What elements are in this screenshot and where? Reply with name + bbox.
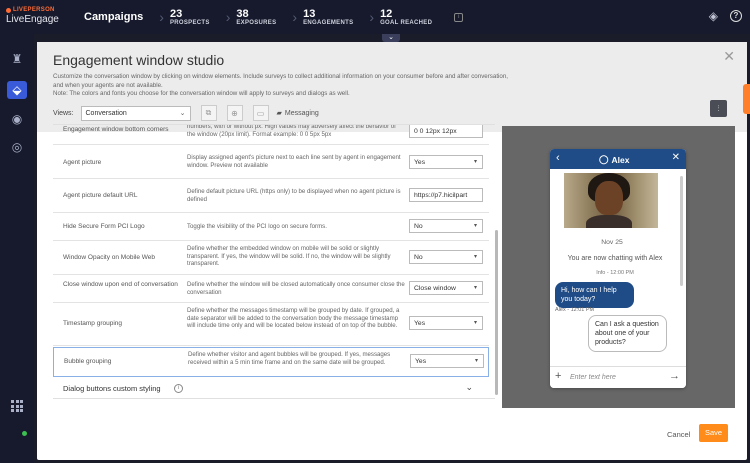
side-panel-tab[interactable]	[743, 84, 750, 114]
setting-row[interactable]: Timestamp grouping Define whether the me…	[53, 303, 489, 346]
chevron-down-icon[interactable]: ⌄	[465, 382, 473, 393]
chevron-right-icon: ›	[225, 9, 231, 25]
chevron-down-icon: ▾	[473, 159, 477, 165]
close-icon[interactable]: ✕	[723, 48, 735, 65]
chevron-down-icon: ▾	[474, 358, 478, 364]
setting-select[interactable]: No ▾	[409, 250, 483, 264]
campaigns-nav-icon[interactable]: ♜	[10, 52, 24, 66]
modal-title: Engagement window studio	[53, 52, 225, 68]
setting-row-selected[interactable]: Bubble grouping Define whether visitor a…	[53, 347, 489, 377]
chevron-down-icon: ▾	[473, 254, 477, 260]
chat-header[interactable]: ‹ ◯ Alex ✕	[550, 149, 686, 169]
info-icon[interactable]: i	[174, 384, 183, 393]
user-nav-icon[interactable]: ◉	[10, 112, 24, 126]
engagement-window-studio-modal: Engagement window studio ✕ Customize the…	[37, 42, 747, 460]
chevron-down-icon: ⌄	[179, 109, 186, 117]
cancel-button[interactable]: Cancel	[667, 430, 690, 439]
help-icon[interactable]: ?	[730, 10, 742, 22]
views-label: Views:	[53, 109, 74, 117]
setting-input[interactable]: 0 0 12px 12px	[409, 125, 483, 138]
stat-prospects[interactable]: 23 PROSPECTS	[170, 8, 210, 26]
chevron-down-icon: ▾	[473, 320, 477, 326]
dialog-buttons-section[interactable]: Dialog buttons custom styling i ⌄	[53, 379, 495, 399]
online-status-indicator	[22, 431, 27, 436]
chevron-down-icon: ▾	[473, 223, 477, 229]
views-select[interactable]: Conversation ⌄	[80, 105, 191, 121]
info-icon[interactable]: i	[454, 12, 464, 22]
tag-nav-icon[interactable]: ⬙	[7, 81, 27, 99]
setting-select[interactable]: Yes ▾	[409, 155, 483, 169]
settings-sliders-icon[interactable]: ⫶	[710, 100, 727, 117]
stat-goal-reached[interactable]: 12 GOAL REACHED	[380, 8, 432, 26]
settings-table: Engagement window bottom corners numbers…	[53, 124, 495, 406]
setting-select[interactable]: Yes ▾	[410, 354, 484, 368]
setting-row[interactable]: Agent picture default URL Define default…	[53, 179, 489, 213]
stat-engagements[interactable]: 13 ENGAGEMENTS	[303, 8, 353, 26]
setting-row[interactable]: Agent picture Display assigned agent's p…	[53, 146, 489, 179]
plus-icon[interactable]: +	[555, 370, 561, 382]
chevron-down-icon: ▾	[473, 285, 477, 291]
visitor-bubble[interactable]: Can I ask a question about one of your p…	[588, 315, 667, 352]
add-icon[interactable]: ⊕	[226, 105, 243, 121]
system-timestamp: Info - 12:00 PM	[596, 270, 634, 276]
setting-row[interactable]: Hide Secure Form PCI Logo Toggle the vis…	[53, 213, 489, 241]
close-icon[interactable]: ✕	[672, 152, 680, 163]
modal-description: Customize the conversation window by cli…	[53, 73, 509, 97]
chat-window-preview[interactable]: ‹ ◯ Alex ✕ Nov 25 You are now chatting wi…	[550, 149, 686, 388]
left-nav-rail: ♜ ⬙ ◉ ◎	[0, 34, 34, 463]
chevron-right-icon: ›	[159, 9, 164, 25]
save-button[interactable]: Save	[699, 424, 728, 442]
collapse-toggle[interactable]: ⌄	[382, 34, 400, 42]
settings-nav-icon[interactable]: ◎	[10, 140, 24, 154]
setting-row[interactable]: Close window upon end of conversation De…	[53, 275, 489, 303]
agent-photo[interactable]	[564, 173, 658, 228]
modal-header: Engagement window studio ✕ Customize the…	[37, 42, 747, 132]
setting-select[interactable]: No ▾	[409, 219, 483, 233]
chat-icon: ▰	[276, 110, 282, 117]
setting-select[interactable]: Yes ▾	[409, 316, 483, 330]
preview-pane: ‹ ◯ Alex ✕ Nov 25 You are now chatting wi…	[502, 126, 735, 408]
back-arrow-icon[interactable]: ‹	[556, 152, 560, 164]
liveperson-logo: LIVEPERSON LiveEngage	[6, 7, 59, 25]
agent-bubble[interactable]: Hi, how can I help you today?	[555, 282, 634, 308]
chat-scrollbar[interactable]	[680, 176, 683, 286]
settings-scrollbar[interactable]	[495, 230, 498, 395]
message-input[interactable]: Enter text here	[570, 374, 616, 381]
chevron-right-icon: ›	[292, 9, 298, 25]
apps-grid-icon[interactable]	[11, 400, 23, 412]
send-arrow-icon[interactable]: →	[669, 370, 680, 382]
layers-icon[interactable]: ◈	[709, 10, 718, 22]
date-separator: Nov 25	[601, 239, 623, 246]
chat-bubble-icon: ◯	[599, 154, 609, 164]
setting-row[interactable]: Engagement window bottom corners numbers…	[53, 125, 489, 145]
chat-input-bar[interactable]: + Enter text here →	[550, 366, 686, 388]
setting-select[interactable]: Close window ▾	[409, 281, 483, 295]
campaigns-title[interactable]: Campaigns	[70, 0, 153, 34]
document-icon[interactable]: ▭	[252, 105, 269, 121]
messaging-toggle[interactable]: ▰ Messaging	[276, 109, 319, 118]
setting-row[interactable]: Window Opacity on Mobile Web Define whet…	[53, 241, 489, 275]
copy-icon[interactable]: ⧉	[200, 105, 217, 121]
system-message: You are now chatting with Alex	[567, 255, 663, 262]
top-bar: LIVEPERSON LiveEngage Campaigns › 23 PRO…	[0, 0, 750, 34]
chevron-right-icon: ›	[369, 9, 375, 25]
setting-input[interactable]: https://p7.hicilpart	[409, 188, 483, 202]
stat-exposures[interactable]: 38 EXPOSURES	[236, 8, 276, 26]
agent-timestamp: Alex - 12:01 PM	[555, 307, 595, 313]
views-toolbar: Views: Conversation ⌄ ⧉ ⊕ ▭ ▰ Messaging	[53, 105, 319, 121]
